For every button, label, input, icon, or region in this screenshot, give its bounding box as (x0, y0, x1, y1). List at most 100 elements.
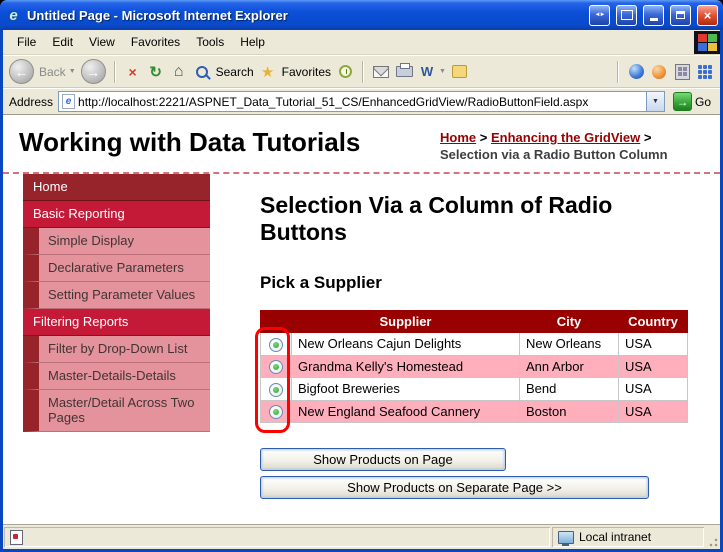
radio-dot-icon (273, 387, 279, 393)
cell-city: New Orleans (520, 332, 619, 355)
cell-supplier: Bigfoot Breweries (292, 378, 520, 401)
cell-country: USA (619, 400, 688, 423)
history-button[interactable] (336, 63, 354, 81)
minimize-button[interactable] (643, 5, 664, 26)
show-products-on-page-button[interactable]: Show Products on Page (260, 448, 506, 471)
sidebar-item-basic-reporting[interactable]: Basic Reporting (23, 201, 210, 228)
show-products-on-separate-page-button[interactable]: Show Products on Separate Page >> (260, 476, 649, 499)
ie-icon: e (5, 7, 22, 24)
messenger-button[interactable] (627, 63, 645, 81)
sidebar-item-declarative-parameters[interactable]: Declarative Parameters (23, 255, 210, 282)
breadcrumb-separator: > (644, 130, 652, 145)
maximize-button[interactable] (670, 5, 691, 26)
main-content: Selection Via a Column of Radio Buttons … (210, 174, 720, 524)
research-button[interactable] (650, 63, 668, 81)
supplier-radio[interactable] (269, 405, 283, 419)
page-title: Selection Via a Column of Radio Buttons (260, 192, 620, 247)
cell-city: Boston (520, 400, 619, 423)
breadcrumb: Home > Enhancing the GridView > Selectio… (440, 130, 706, 164)
sidebar-item-master-details-details[interactable]: Master-Details-Details (23, 363, 210, 390)
window-screen-button[interactable] (616, 5, 637, 26)
orange-ball-icon (652, 65, 666, 79)
refresh-button[interactable]: ↻ (147, 63, 165, 81)
breadcrumb-separator: > (480, 130, 488, 145)
close-button[interactable]: × (697, 5, 718, 26)
back-dropdown-icon[interactable]: ▼ (69, 68, 76, 75)
address-bar: Address e ▼ → Go (3, 88, 720, 115)
breadcrumb-link-home[interactable]: Home (440, 130, 476, 145)
sidebar-item-setting-parameter-values[interactable]: Setting Parameter Values (23, 282, 210, 309)
toolbar-separator (617, 61, 619, 83)
discuss-button[interactable] (451, 63, 469, 81)
page-body: Home Basic Reporting Simple Display Decl… (3, 174, 720, 524)
menu-file[interactable]: File (9, 32, 44, 52)
cell-supplier: Grandma Kelly's Homestead (292, 355, 520, 378)
mail-button[interactable] (372, 63, 390, 81)
suppliers-grid-wrap: Supplier City Country New Orleans Cajun … (260, 310, 688, 423)
menu-favorites[interactable]: Favorites (123, 32, 188, 52)
breadcrumb-link-enhancing-gridview[interactable]: Enhancing the GridView (491, 130, 640, 145)
action-buttons: Show Products on Page Show Products on S… (260, 448, 702, 499)
gridview-header-row: Supplier City Country (261, 310, 688, 332)
sidebar-item-master-detail-two-pages[interactable]: Master/Detail Across Two Pages (23, 390, 210, 432)
quick-launch-button[interactable] (696, 63, 714, 81)
section-subtitle: Pick a Supplier (260, 273, 702, 293)
menu-tools[interactable]: Tools (188, 32, 232, 52)
column-header-country: Country (619, 310, 688, 332)
edit-dropdown-icon[interactable]: ▼ (439, 68, 446, 75)
column-header-supplier: Supplier (292, 310, 520, 332)
sidebar-item-filtering-reports[interactable]: Filtering Reports (23, 309, 210, 336)
site-title: Working with Data Tutorials (19, 127, 360, 158)
table-row: New England Seafood Cannery Boston USA (261, 400, 688, 423)
page-viewport: Working with Data Tutorials Home > Enhan… (3, 115, 720, 524)
search-icon (196, 66, 208, 78)
print-button[interactable] (395, 63, 413, 81)
go-button[interactable]: → Go (670, 92, 714, 111)
address-field-box: e ▼ (58, 91, 665, 112)
stop-button[interactable]: × (124, 63, 142, 81)
status-main-panel (4, 527, 550, 547)
sidebar-item-home[interactable]: Home (23, 174, 210, 201)
calculator-button[interactable] (673, 63, 691, 81)
edit-with-word-button[interactable]: W (418, 63, 436, 81)
sidebar-item-simple-display[interactable]: Simple Display (23, 228, 210, 255)
home-button[interactable]: ⌂ (170, 63, 188, 81)
address-input[interactable] (78, 95, 646, 109)
cell-country: USA (619, 332, 688, 355)
status-bar: Local intranet (3, 524, 720, 549)
supplier-radio[interactable] (269, 383, 283, 397)
radio-dot-icon (273, 342, 279, 348)
screen-icon (621, 10, 633, 20)
go-arrow-icon: → (673, 92, 692, 111)
table-row: New Orleans Cajun Delights New Orleans U… (261, 332, 688, 355)
standard-toolbar: ← Back ▼ → × ↻ ⌂ Search ★ Favorites W ▼ (3, 55, 720, 88)
menu-help[interactable]: Help (232, 32, 273, 52)
swap-arrows-icon: ◄► (595, 12, 605, 18)
forward-button[interactable]: → (81, 59, 106, 84)
cell-supplier: New Orleans Cajun Delights (292, 332, 520, 355)
supplier-radio[interactable] (269, 360, 283, 374)
toolbar-separator (362, 61, 364, 83)
table-row: Bigfoot Breweries Bend USA (261, 378, 688, 401)
supplier-radio[interactable] (269, 338, 283, 352)
cell-supplier: New England Seafood Cannery (292, 400, 520, 423)
menu-edit[interactable]: Edit (44, 32, 81, 52)
address-dropdown-button[interactable]: ▼ (646, 92, 664, 111)
calculator-icon (675, 64, 690, 80)
sidebar-item-filter-by-dropdown-list[interactable]: Filter by Drop-Down List (23, 336, 210, 363)
page-icon: e (62, 94, 75, 109)
back-button[interactable]: ← (9, 59, 34, 84)
search-label[interactable]: Search (216, 65, 254, 79)
back-label: Back (39, 65, 66, 79)
favorites-button[interactable]: ★ (259, 63, 277, 81)
suppliers-gridview: Supplier City Country New Orleans Cajun … (260, 310, 688, 423)
window-swap-button[interactable]: ◄► (589, 5, 610, 26)
menu-view[interactable]: View (81, 32, 123, 52)
address-label: Address (9, 95, 53, 109)
history-icon (339, 65, 352, 78)
print-icon (396, 66, 413, 77)
favorites-label[interactable]: Favorites (282, 65, 331, 79)
resize-grip[interactable] (705, 525, 720, 549)
search-button[interactable] (193, 63, 211, 81)
cell-country: USA (619, 378, 688, 401)
